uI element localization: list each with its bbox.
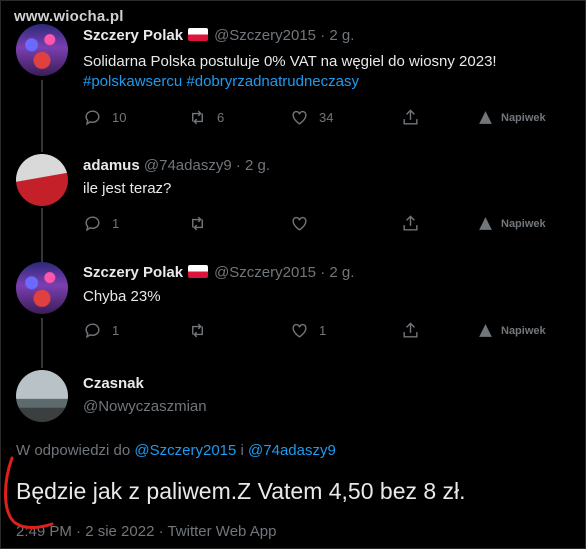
main-tweet-text: Będzie jak z paliwem.Z Vatem 4,50 bez 8 … (16, 478, 466, 504)
poland-flag-icon (188, 28, 209, 41)
like-count: 34 (319, 110, 334, 125)
handle[interactable]: @Nowyczaszmian (83, 398, 207, 415)
main-tweet-name: Czasnak (83, 375, 144, 392)
share-icon (403, 215, 418, 231)
retweet-icon (192, 216, 203, 231)
tweet-text: Chyba 23% (83, 288, 161, 305)
main-tweet-handle: @Nowyczaszmian (83, 398, 207, 415)
reply-icon (85, 323, 100, 339)
retweet-count: 6 (217, 110, 225, 125)
timestamp[interactable]: · 2 g. (320, 27, 354, 44)
handle[interactable]: @Szczery2015 (214, 27, 316, 44)
retweet-button[interactable] (188, 214, 217, 233)
handle[interactable]: @Szczery2015 (214, 264, 316, 281)
tip-icon (479, 111, 492, 124)
retweet-button[interactable] (188, 321, 217, 340)
like-button[interactable]: 34 (290, 108, 333, 127)
tip-label: Napiwek (501, 324, 546, 337)
red-annotation-stroke (4, 456, 54, 529)
reply-button[interactable]: 1 (83, 321, 119, 340)
avatar[interactable] (16, 262, 68, 314)
watermark: www.wiocha.pl (14, 8, 124, 25)
avatar[interactable] (16, 370, 68, 422)
display-name[interactable]: Czasnak (83, 375, 144, 392)
tweet-text: Solidarna Polska postuluje 0% VAT na węg… (83, 53, 497, 70)
avatar[interactable] (16, 154, 68, 206)
thread-line (41, 208, 43, 262)
tweet-header: Szczery Polak @Szczery2015 · 2 g. (83, 27, 354, 44)
tip-button[interactable]: Napiwek (476, 108, 546, 127)
avatar[interactable] (16, 24, 68, 76)
retweet-icon (192, 323, 203, 338)
reply-user-link[interactable]: @74adaszy9 (248, 442, 336, 459)
retweet-icon (192, 110, 203, 125)
reply-user-link[interactable]: @Szczery2015 (134, 442, 236, 459)
reply-count: 10 (112, 110, 127, 125)
display-name[interactable]: Szczery Polak (83, 27, 183, 44)
like-button[interactable] (290, 214, 319, 233)
action-bar: 1 Napiwek (83, 214, 563, 236)
timestamp[interactable]: · 2 g. (320, 264, 354, 281)
like-button[interactable]: 1 (290, 321, 326, 340)
share-button[interactable] (401, 321, 420, 340)
reply-button[interactable]: 1 (83, 214, 119, 233)
display-name[interactable]: Szczery Polak (83, 264, 183, 281)
heart-icon (292, 323, 307, 338)
share-icon (403, 322, 418, 338)
retweet-button[interactable]: 6 (188, 108, 224, 127)
action-bar: 10 6 34 Napiwek (83, 108, 563, 130)
reply-context: W odpowiedzi do @Szczery2015 i @74adaszy… (16, 442, 336, 459)
share-button[interactable] (401, 214, 420, 233)
share-button[interactable] (401, 108, 420, 127)
handle[interactable]: @74adaszy9 (144, 157, 232, 174)
reply-and: i (240, 442, 244, 459)
thread-line (41, 80, 43, 152)
tip-label: Napiwek (501, 217, 546, 230)
tweet-header: Szczery Polak @Szczery2015 · 2 g. (83, 264, 354, 281)
tip-icon (479, 217, 492, 230)
tweet-text: ile jest teraz? (83, 180, 172, 197)
tip-button[interactable]: Napiwek (476, 321, 546, 340)
reply-button[interactable]: 10 (83, 108, 126, 127)
timestamp[interactable]: · 2 g. (236, 157, 270, 174)
reply-icon (85, 110, 100, 126)
share-icon (403, 109, 418, 125)
tip-icon (479, 324, 492, 337)
tip-button[interactable]: Napiwek (476, 214, 546, 233)
tip-label: Napiwek (501, 111, 546, 124)
like-count: 1 (319, 323, 327, 338)
reply-count: 1 (112, 216, 120, 231)
reply-icon (85, 216, 100, 232)
action-bar: 1 1 Napiwek (83, 321, 563, 343)
heart-icon (292, 110, 307, 125)
thread-line (41, 318, 43, 368)
poland-flag-icon (188, 265, 209, 278)
hashtags[interactable]: #polskawsercu #dobryrzadnatrudneczasy (83, 73, 359, 90)
reply-count: 1 (112, 323, 120, 338)
tweet-header: adamus @74adaszy9 · 2 g. (83, 157, 270, 174)
display-name[interactable]: adamus (83, 157, 140, 174)
heart-icon (292, 216, 307, 231)
